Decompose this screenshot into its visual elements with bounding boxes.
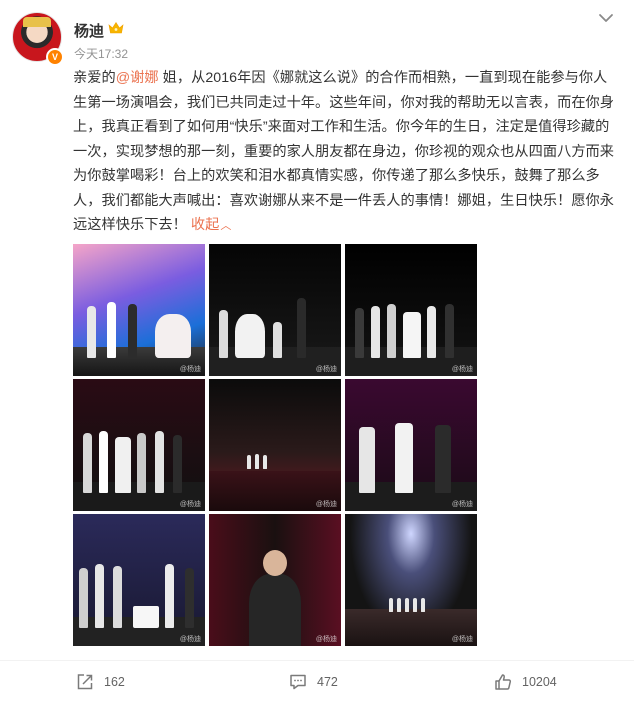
weibo-post-card: V 杨迪 今天17:32 亲爱的@谢娜 姐，从2016年因《娜就这么说》的合作而… xyxy=(0,0,634,706)
performer xyxy=(403,311,421,358)
performer xyxy=(87,305,96,358)
performer xyxy=(387,303,396,358)
performer xyxy=(173,434,182,493)
verified-icon: V xyxy=(46,48,64,66)
photo-watermark: @杨迪 xyxy=(179,636,201,643)
performer xyxy=(155,313,191,358)
performer xyxy=(389,597,393,612)
author-name[interactable]: 杨迪 xyxy=(74,20,104,41)
performer xyxy=(397,597,401,612)
performer xyxy=(79,567,88,628)
performer xyxy=(165,563,174,628)
performer xyxy=(421,597,425,612)
repost-button[interactable]: 162 xyxy=(76,672,125,692)
photo-4[interactable]: @杨迪 xyxy=(73,379,205,511)
photo-1[interactable]: @杨迪 xyxy=(73,244,205,376)
performer xyxy=(247,454,251,469)
performer xyxy=(395,422,413,493)
performer xyxy=(137,432,146,493)
post-text-start: 亲爱的 xyxy=(73,70,116,86)
photo-watermark: @杨迪 xyxy=(179,366,201,373)
performer xyxy=(219,309,228,358)
performer xyxy=(359,426,375,493)
performer xyxy=(263,454,267,469)
performer xyxy=(413,597,417,612)
performer xyxy=(255,453,259,469)
mention-link[interactable]: @谢娜 xyxy=(116,70,159,86)
collapse-label: 收起 xyxy=(190,217,220,233)
avatar-hat xyxy=(23,17,51,27)
performer xyxy=(371,305,380,358)
photo-watermark: @杨迪 xyxy=(451,501,473,508)
performer xyxy=(83,432,92,493)
collapse-link[interactable]: 收起︿ xyxy=(191,217,232,233)
performer xyxy=(249,574,301,646)
like-button[interactable]: 10204 xyxy=(494,672,557,692)
performer xyxy=(445,303,454,358)
post-timestamp[interactable]: 今天17:32 xyxy=(74,45,128,62)
photo-9[interactable]: @杨迪 xyxy=(345,514,477,646)
performer xyxy=(273,321,282,358)
performer xyxy=(435,424,451,493)
performer xyxy=(133,605,159,628)
performer xyxy=(95,563,104,628)
chevron-down-icon[interactable] xyxy=(598,12,614,24)
photo-watermark: @杨迪 xyxy=(315,636,337,643)
photo-watermark: @杨迪 xyxy=(451,636,473,643)
photo-watermark: @杨迪 xyxy=(179,501,201,508)
photo-3[interactable]: @杨迪 xyxy=(345,244,477,376)
crown-icon xyxy=(108,21,124,34)
performer xyxy=(185,567,194,628)
performer xyxy=(107,301,116,358)
comment-count: 472 xyxy=(317,675,338,689)
performer xyxy=(99,430,108,493)
post-text-main: 姐，从2016年因《娜就这么说》的合作而相熟，一直到现在能参与你人生第一场演唱会… xyxy=(73,70,615,233)
repost-count: 162 xyxy=(104,675,125,689)
chevron-up-icon: ︿ xyxy=(220,220,232,232)
photo-watermark: @杨迪 xyxy=(315,501,337,508)
performer-head xyxy=(263,550,287,576)
performer xyxy=(427,305,436,358)
photo-watermark: @杨迪 xyxy=(451,366,473,373)
performer xyxy=(405,597,409,612)
photo-grid: @杨迪 @杨迪 @杨迪 @杨迪 @杨迪 @杨迪 @杨迪 @杨迪 @杨迪 xyxy=(73,244,478,646)
performer xyxy=(297,297,306,358)
like-count: 10204 xyxy=(522,675,557,689)
comment-icon xyxy=(290,674,306,690)
share-icon xyxy=(77,674,93,690)
post-body: 亲爱的@谢娜 姐，从2016年因《娜就这么说》的合作而相熟，一直到现在能参与你人… xyxy=(73,66,621,239)
photo-8[interactable]: @杨迪 xyxy=(209,514,341,646)
photo-5[interactable]: @杨迪 xyxy=(209,379,341,511)
photo-watermark: @杨迪 xyxy=(315,366,337,373)
performer xyxy=(113,565,122,628)
photo-2[interactable]: @杨迪 xyxy=(209,244,341,376)
thumbs-up-icon xyxy=(495,674,512,690)
photo-6[interactable]: @杨迪 xyxy=(345,379,477,511)
performer xyxy=(355,307,364,358)
photo-7[interactable]: @杨迪 xyxy=(73,514,205,646)
performer xyxy=(115,436,131,493)
divider xyxy=(0,660,634,661)
comment-button[interactable]: 472 xyxy=(289,672,338,692)
performer xyxy=(128,303,137,358)
performer xyxy=(155,430,164,493)
performer xyxy=(235,313,265,358)
